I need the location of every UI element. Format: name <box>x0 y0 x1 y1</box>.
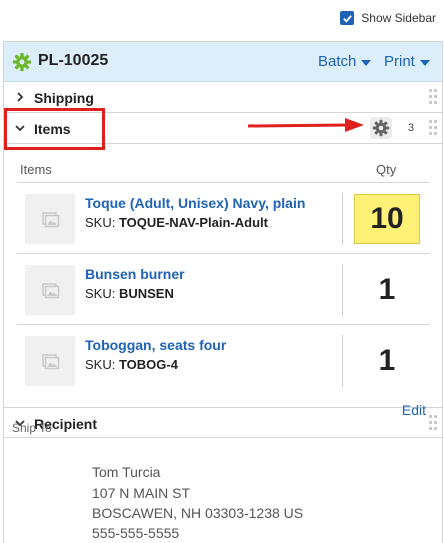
shipping-label: Shipping <box>34 90 94 106</box>
print-menu-button[interactable]: Print <box>384 53 430 70</box>
items-column-header: Items <box>20 162 52 177</box>
qty-divider <box>342 193 343 245</box>
item-row: Toboggan, seats four SKU: TOBOG-4 1 <box>17 325 430 396</box>
sku-value: BUNSEN <box>118 286 174 301</box>
recipient-phone: 555-555-5555 <box>92 525 180 541</box>
gear-icon <box>372 119 390 137</box>
qty-divider <box>342 335 343 387</box>
sku-value: TOQUE-NAV-Plain-Adult <box>118 215 268 230</box>
print-label: Print <box>384 53 415 70</box>
item-name-link[interactable]: Bunsen burner <box>85 266 185 282</box>
gear-icon <box>12 52 32 72</box>
items-highlight-box <box>4 108 105 150</box>
recipient-name: Tom Turcia <box>92 464 161 480</box>
top-bar: Show Sidebar <box>0 0 444 40</box>
item-sku: SKU: BUNSEN <box>85 286 174 301</box>
image-placeholder-icon <box>42 212 60 228</box>
item-name-link[interactable]: Toboggan, seats four <box>85 337 226 353</box>
item-thumbnail <box>25 265 75 315</box>
ship-to-label: Ship To <box>12 421 52 435</box>
sku-label: SKU: <box>85 286 116 301</box>
address-line-1: 107 N MAIN ST <box>92 485 191 501</box>
edit-recipient-link[interactable]: Edit <box>402 402 426 418</box>
sku-value: TOBOG-4 <box>118 357 178 372</box>
chevron-right-icon <box>17 92 24 102</box>
sku-label: SKU: <box>85 357 116 372</box>
items-count: 3 <box>408 122 415 134</box>
item-name-link[interactable]: Toque (Adult, Unisex) Navy, plain <box>85 195 305 211</box>
order-header: PL-10025 Batch Print <box>4 42 442 82</box>
item-qty: 1 <box>378 273 396 306</box>
drag-handle-icon[interactable] <box>429 89 437 105</box>
item-sku: SKU: TOQUE-NAV-Plain-Adult <box>85 215 268 230</box>
show-sidebar-checkbox[interactable] <box>340 11 355 25</box>
image-placeholder-icon <box>42 283 60 299</box>
checkmark-icon <box>342 14 352 23</box>
image-placeholder-icon <box>42 354 60 370</box>
item-row: Toque (Adult, Unisex) Navy, plain SKU: T… <box>17 183 430 254</box>
recipient-section-header[interactable]: Recipient <box>4 407 442 438</box>
order-title: PL-10025 <box>38 52 109 69</box>
red-arrow-icon <box>248 118 364 132</box>
drag-handle-icon[interactable] <box>429 415 437 431</box>
sku-label: SKU: <box>85 215 116 230</box>
caret-down-icon <box>361 59 372 66</box>
item-qty: 1 <box>378 344 396 377</box>
item-thumbnail <box>25 336 75 386</box>
item-row: Bunsen burner SKU: BUNSEN 1 <box>17 254 430 325</box>
batch-menu-button[interactable]: Batch <box>318 53 372 70</box>
batch-label: Batch <box>318 53 357 70</box>
item-qty: 10 <box>354 194 420 244</box>
show-sidebar-toggle[interactable]: Show Sidebar <box>340 11 436 25</box>
items-settings-button[interactable] <box>370 117 392 139</box>
qty-divider <box>342 264 343 316</box>
show-sidebar-label: Show Sidebar <box>361 11 436 25</box>
address-line-2: BOSCAWEN, NH 03303-1238 US <box>92 505 304 521</box>
drag-handle-icon[interactable] <box>429 120 437 136</box>
qty-column-header: Qty <box>376 162 397 177</box>
item-thumbnail <box>25 194 75 244</box>
item-sku: SKU: TOBOG-4 <box>85 357 178 372</box>
caret-down-icon <box>419 59 430 66</box>
